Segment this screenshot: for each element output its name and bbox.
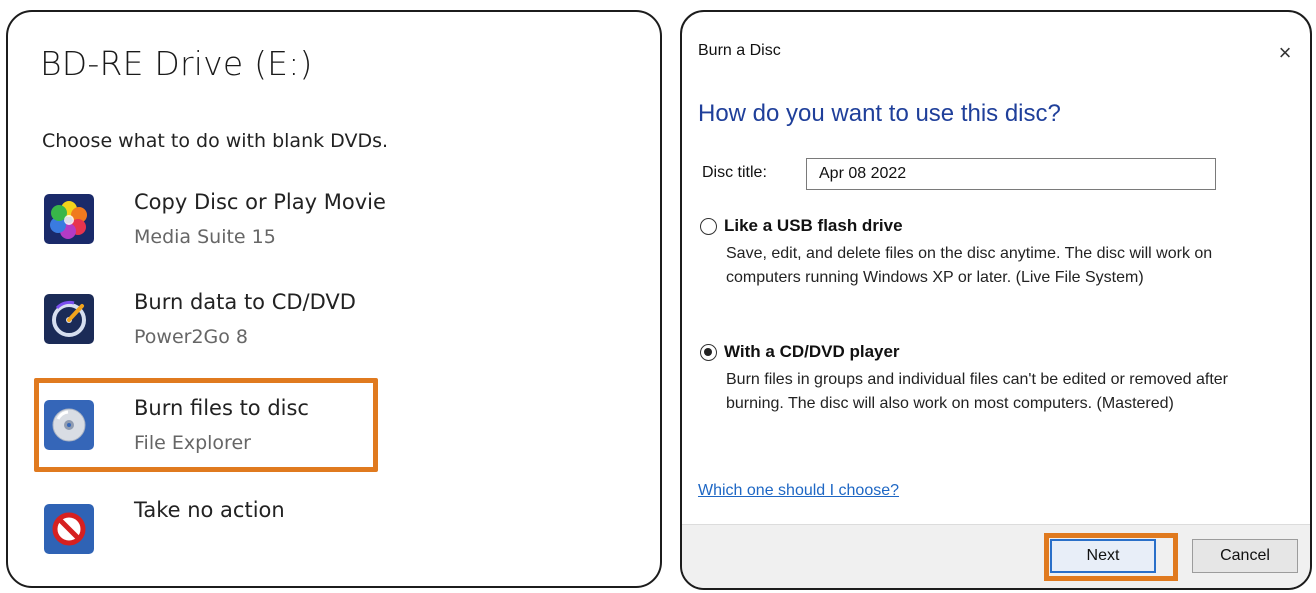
burn-disc-dialog: Burn a Disc × How do you want to use thi… (680, 10, 1312, 590)
radio-button[interactable] (700, 344, 717, 361)
autoplay-panel: BD-RE Drive (E:) Choose what to do with … (6, 10, 662, 588)
window-title: Burn a Disc (698, 42, 781, 59)
next-button[interactable]: Next (1050, 539, 1156, 573)
radio-description: Burn files in groups and individual file… (726, 371, 1229, 412)
option-burn-files[interactable]: Burn files to disc File Explorer (38, 396, 378, 478)
radio-button[interactable] (700, 218, 717, 235)
dialog-heading: How do you want to use this disc? (698, 100, 1061, 127)
title-bar: Burn a Disc × (682, 12, 1310, 82)
power2go-icon (44, 294, 94, 344)
option-app: Power2Go 8 (134, 326, 249, 348)
option-app: Media Suite 15 (134, 226, 276, 248)
cancel-button[interactable]: Cancel (1192, 539, 1298, 573)
option-label: Burn data to CD/DVD (134, 290, 356, 314)
option-label: Burn files to disc (134, 396, 309, 420)
autoplay-subtitle: Choose what to do with blank DVDs. (42, 130, 389, 152)
disc-title-label: Disc title: (702, 164, 767, 181)
option-burn-data[interactable]: Burn data to CD/DVD Power2Go 8 (38, 290, 378, 372)
option-no-action[interactable]: Take no action (38, 498, 378, 580)
option-label: Copy Disc or Play Movie (134, 190, 386, 214)
radio-label: Like a USB flash drive (724, 216, 903, 235)
media-suite-icon (44, 194, 94, 244)
option-app: File Explorer (134, 432, 251, 454)
radio-label: With a CD/DVD player (724, 342, 900, 361)
option-copy-disc[interactable]: Copy Disc or Play Movie Media Suite 15 (38, 190, 386, 272)
dialog-footer: Next Cancel (682, 524, 1310, 588)
autoplay-title: BD-RE Drive (E:) (40, 44, 313, 83)
close-icon[interactable]: × (1270, 38, 1300, 68)
disc-title-input[interactable] (806, 158, 1216, 190)
radio-description: Save, edit, and delete files on the disc… (726, 245, 1213, 286)
no-action-icon (44, 504, 94, 554)
help-link[interactable]: Which one should I choose? (698, 482, 899, 500)
disc-icon (44, 400, 94, 450)
option-label: Take no action (134, 498, 285, 522)
